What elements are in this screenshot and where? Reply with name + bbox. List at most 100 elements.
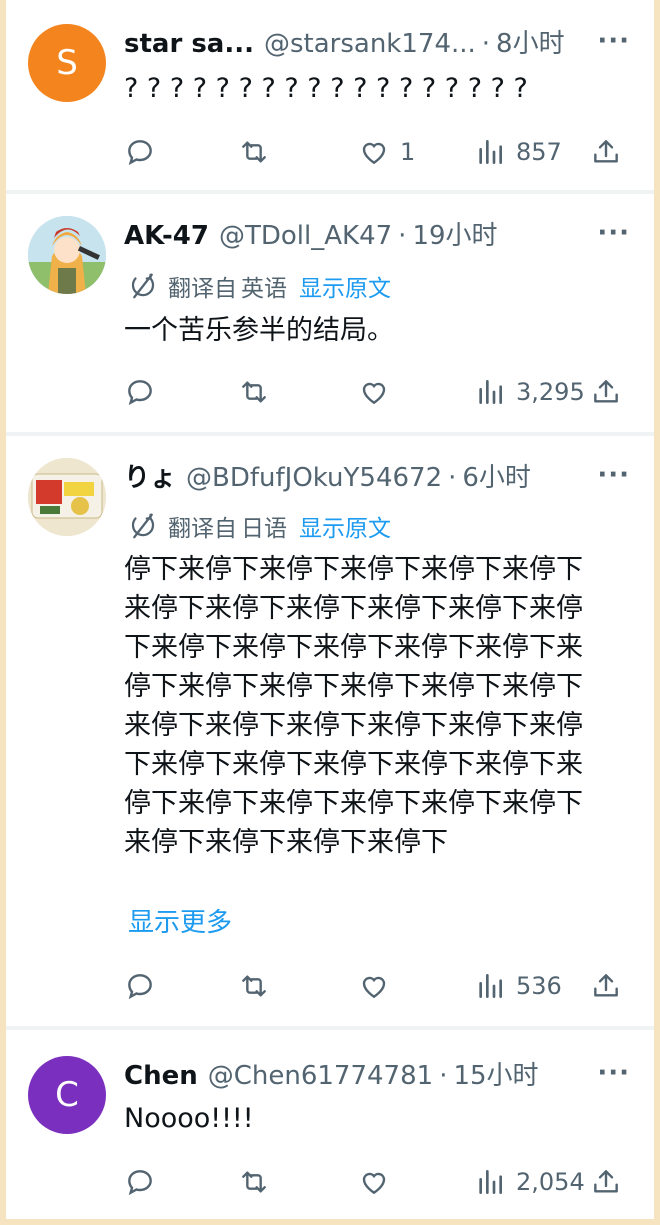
tweet-text: Noooo!!!! [124,1103,254,1134]
tweet-header: Chen @Chen61774781 · 15小时 [124,1056,654,1096]
views-button[interactable]: 3,295 [474,372,585,412]
reply-icon [128,1170,152,1196]
action-bar: 2,054 [6,1162,654,1202]
tweet[interactable]: りょ @BDfufJOkuY54672 · 6小时 ··· 翻译自 日语 显示原… [6,436,654,1026]
timestamp[interactable]: 6小时 [462,458,531,498]
anime-girl-avatar-icon [28,216,106,294]
like-button[interactable] [358,1162,390,1202]
avatar[interactable] [28,458,106,536]
source-language: 日语 [241,516,287,542]
like-button[interactable] [358,372,390,412]
view-count: 2,054 [516,1168,585,1196]
tweet-text: 停下来停下来停下来停下来停下来停下来停下来停下来停下来停下来停下来停下来停下来停… [124,554,583,858]
timestamp[interactable]: 19小时 [412,216,497,256]
tweet[interactable]: C Chen @Chen61774781 · 15小时 ··· Noooo!!!… [6,1030,654,1219]
share-icon [594,974,618,997]
reply-button[interactable] [124,372,156,412]
views-icon [479,1170,502,1194]
like-button[interactable]: 1 [358,132,415,172]
views-icon [479,140,502,164]
avatar[interactable] [28,216,106,294]
display-name[interactable]: AK-47 [124,216,209,256]
more-options-button[interactable]: ··· [597,216,630,256]
user-handle[interactable]: @TDoll_AK47 [219,216,392,256]
like-icon [362,142,386,165]
display-name[interactable]: star sa... [124,24,254,64]
share-icon [594,140,618,163]
share-icon [594,380,618,403]
action-bar: 1 857 [6,132,654,172]
views-button[interactable]: 2,054 [474,1162,585,1202]
share-button[interactable] [590,966,622,1006]
retweet-icon [242,1171,266,1193]
views-button[interactable]: 536 [474,966,562,1006]
reply-icon [128,140,152,166]
retweet-button[interactable] [238,132,270,172]
source-language: 英语 [241,276,287,302]
separator-dot: · [481,29,491,59]
view-count: 536 [516,972,562,1000]
tweet-text: 一个苦乐参半的结局。 [124,315,394,346]
timestamp[interactable]: 15小时 [453,1056,538,1096]
show-original-link[interactable]: 显示原文 [299,269,391,303]
views-icon [479,974,502,998]
reply-icon [128,974,152,1000]
share-button[interactable] [590,1162,622,1202]
snack-package-avatar-icon [28,458,106,536]
separator-dot: · [448,463,457,493]
user-handle[interactable]: @Chen61774781 [208,1056,433,1096]
more-options-button[interactable]: ··· [597,458,630,498]
display-name[interactable]: りょ [124,458,176,498]
action-bar: 3,295 [6,372,654,412]
timestamp[interactable]: 8小时 [496,24,565,64]
like-count: 1 [400,138,416,166]
views-icon [479,380,502,404]
view-count: 3,295 [516,378,585,406]
translation-notice: 翻译自 英语 显示原文 [128,268,391,304]
separator-dot: · [398,221,407,251]
timeline: S star sa... @starsank174... · 8小时 ··· ?… [6,0,654,1219]
share-button[interactable] [590,372,622,412]
like-icon [362,382,386,405]
show-original-link[interactable]: 显示原文 [299,509,391,543]
translation-notice: 翻译自 日语 显示原文 [128,508,391,544]
avatar-letter: C [55,1075,79,1115]
retweet-button[interactable] [238,966,270,1006]
translate-icon [131,273,155,299]
tweet-header: りょ @BDfufJOkuY54672 · 6小时 [124,458,654,498]
reply-button[interactable] [124,966,156,1006]
user-handle[interactable]: @BDfufJOkuY54672 [186,458,442,498]
display-name[interactable]: Chen [124,1056,198,1096]
reply-button[interactable] [124,132,156,172]
avatar[interactable]: S [28,24,106,102]
tweet-header: star sa... @starsank174... · 8小时 [124,24,654,64]
retweet-icon [242,975,266,997]
tweet-text: ? ? ? ? ? ? ? ? ? ? ? ? ? ? ? ? ? ? [124,73,528,104]
like-button[interactable] [358,966,390,1006]
tweet[interactable]: S star sa... @starsank174... · 8小时 ··· ?… [6,0,654,190]
retweet-button[interactable] [238,372,270,412]
action-bar: 536 [6,966,654,1006]
separator-dot: · [439,1061,448,1091]
tweet-header: AK-47 @TDoll_AK47 · 19小时 [124,216,654,256]
show-more-link[interactable]: 显示更多 [128,902,232,939]
reply-button[interactable] [124,1162,156,1202]
translate-icon [131,513,155,539]
more-options-button[interactable]: ··· [597,1056,630,1096]
share-icon [594,1170,618,1193]
avatar-letter: S [56,43,78,83]
retweet-icon [242,381,266,403]
share-button[interactable] [590,132,622,172]
like-icon [362,1172,386,1195]
user-handle[interactable]: @starsank174... [264,24,476,64]
reply-icon [128,380,152,406]
tweet[interactable]: AK-47 @TDoll_AK47 · 19小时 ··· 翻译自 英语 显示原文… [6,194,654,432]
view-count: 857 [516,138,562,166]
translated-from-label: 翻译自 [168,276,237,302]
retweet-button[interactable] [238,1162,270,1202]
views-button[interactable]: 857 [474,132,562,172]
more-options-button[interactable]: ··· [597,24,630,64]
avatar[interactable]: C [28,1056,106,1134]
retweet-icon [242,141,266,163]
translated-from-label: 翻译自 [168,516,237,542]
